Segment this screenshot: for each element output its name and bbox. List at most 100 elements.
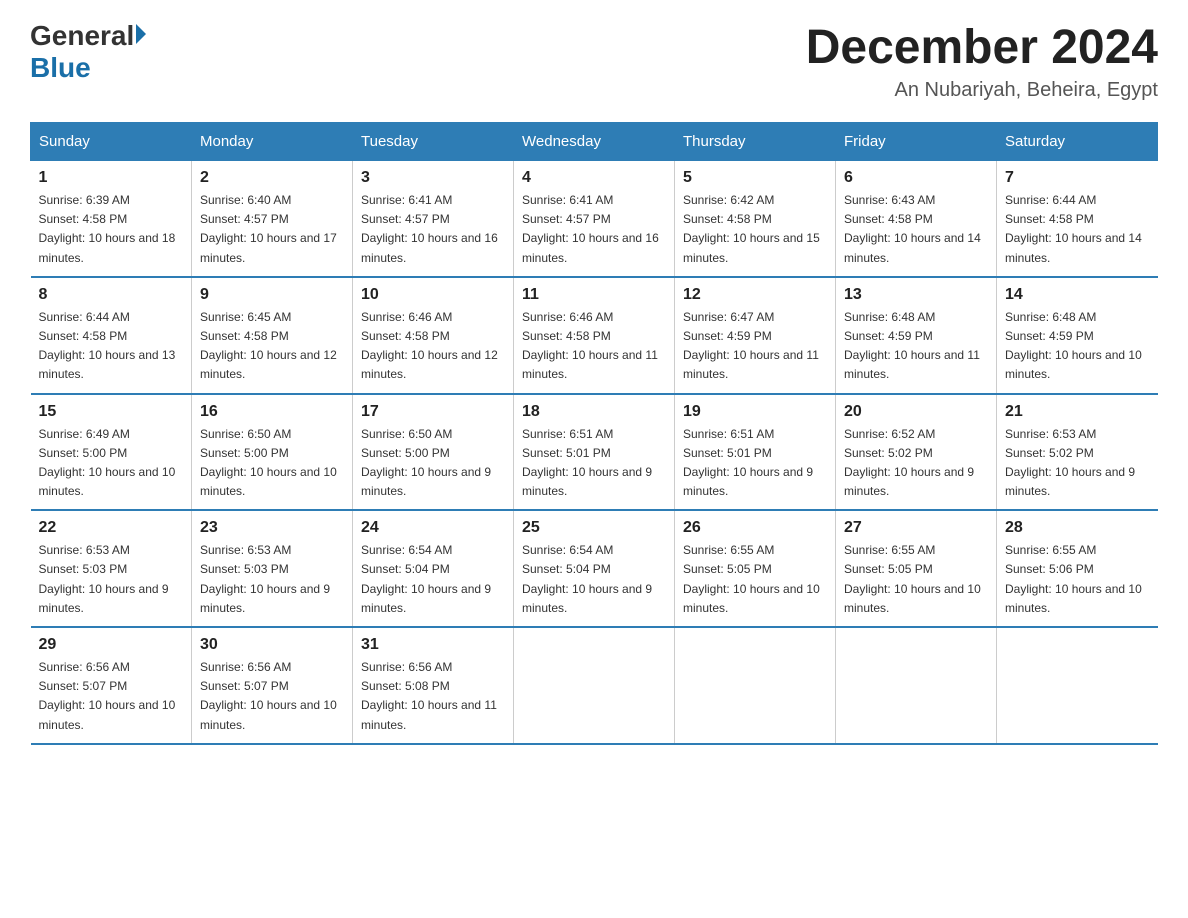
day-number: 31 (361, 636, 505, 654)
day-info: Sunrise: 6:52 AM Sunset: 5:02 PM Dayligh… (844, 425, 988, 502)
calendar-cell: 13 Sunrise: 6:48 AM Sunset: 4:59 PM Dayl… (836, 277, 997, 394)
day-number: 23 (200, 519, 344, 537)
day-number: 29 (39, 636, 184, 654)
day-number: 27 (844, 519, 988, 537)
calendar-cell: 23 Sunrise: 6:53 AM Sunset: 5:03 PM Dayl… (192, 510, 353, 627)
day-info: Sunrise: 6:41 AM Sunset: 4:57 PM Dayligh… (361, 191, 505, 268)
day-number: 25 (522, 519, 666, 537)
day-info: Sunrise: 6:41 AM Sunset: 4:57 PM Dayligh… (522, 191, 666, 268)
day-info: Sunrise: 6:56 AM Sunset: 5:08 PM Dayligh… (361, 658, 505, 735)
calendar-cell: 9 Sunrise: 6:45 AM Sunset: 4:58 PM Dayli… (192, 277, 353, 394)
day-info: Sunrise: 6:48 AM Sunset: 4:59 PM Dayligh… (844, 308, 988, 385)
day-number: 20 (844, 403, 988, 421)
day-number: 10 (361, 286, 505, 304)
day-info: Sunrise: 6:55 AM Sunset: 5:05 PM Dayligh… (844, 541, 988, 618)
calendar-cell: 15 Sunrise: 6:49 AM Sunset: 5:00 PM Dayl… (31, 394, 192, 511)
day-info: Sunrise: 6:44 AM Sunset: 4:58 PM Dayligh… (1005, 191, 1150, 268)
day-info: Sunrise: 6:53 AM Sunset: 5:03 PM Dayligh… (39, 541, 184, 618)
calendar-cell: 21 Sunrise: 6:53 AM Sunset: 5:02 PM Dayl… (997, 394, 1158, 511)
header-thursday: Thursday (675, 123, 836, 161)
calendar-cell: 3 Sunrise: 6:41 AM Sunset: 4:57 PM Dayli… (353, 161, 514, 277)
header-sunday: Sunday (31, 123, 192, 161)
day-info: Sunrise: 6:46 AM Sunset: 4:58 PM Dayligh… (522, 308, 666, 385)
header-monday: Monday (192, 123, 353, 161)
calendar-cell (514, 627, 675, 744)
day-info: Sunrise: 6:55 AM Sunset: 5:05 PM Dayligh… (683, 541, 827, 618)
header-wednesday: Wednesday (514, 123, 675, 161)
day-info: Sunrise: 6:56 AM Sunset: 5:07 PM Dayligh… (200, 658, 344, 735)
header-friday: Friday (836, 123, 997, 161)
day-info: Sunrise: 6:53 AM Sunset: 5:03 PM Dayligh… (200, 541, 344, 618)
day-number: 14 (1005, 286, 1150, 304)
calendar-cell: 14 Sunrise: 6:48 AM Sunset: 4:59 PM Dayl… (997, 277, 1158, 394)
calendar-cell: 24 Sunrise: 6:54 AM Sunset: 5:04 PM Dayl… (353, 510, 514, 627)
title-section: December 2024 An Nubariyah, Beheira, Egy… (806, 20, 1158, 102)
day-info: Sunrise: 6:51 AM Sunset: 5:01 PM Dayligh… (522, 425, 666, 502)
day-info: Sunrise: 6:50 AM Sunset: 5:00 PM Dayligh… (361, 425, 505, 502)
calendar-week-row: 1 Sunrise: 6:39 AM Sunset: 4:58 PM Dayli… (31, 161, 1158, 277)
calendar-cell: 17 Sunrise: 6:50 AM Sunset: 5:00 PM Dayl… (353, 394, 514, 511)
day-info: Sunrise: 6:49 AM Sunset: 5:00 PM Dayligh… (39, 425, 184, 502)
logo-blue-text: Blue (30, 52, 91, 84)
calendar-cell: 20 Sunrise: 6:52 AM Sunset: 5:02 PM Dayl… (836, 394, 997, 511)
calendar-cell: 6 Sunrise: 6:43 AM Sunset: 4:58 PM Dayli… (836, 161, 997, 277)
day-info: Sunrise: 6:39 AM Sunset: 4:58 PM Dayligh… (39, 191, 184, 268)
calendar-cell: 25 Sunrise: 6:54 AM Sunset: 5:04 PM Dayl… (514, 510, 675, 627)
calendar-table: SundayMondayTuesdayWednesdayThursdayFrid… (30, 122, 1158, 745)
day-info: Sunrise: 6:40 AM Sunset: 4:57 PM Dayligh… (200, 191, 344, 268)
calendar-cell: 18 Sunrise: 6:51 AM Sunset: 5:01 PM Dayl… (514, 394, 675, 511)
day-info: Sunrise: 6:55 AM Sunset: 5:06 PM Dayligh… (1005, 541, 1150, 618)
calendar-cell: 8 Sunrise: 6:44 AM Sunset: 4:58 PM Dayli… (31, 277, 192, 394)
calendar-cell: 10 Sunrise: 6:46 AM Sunset: 4:58 PM Dayl… (353, 277, 514, 394)
day-number: 28 (1005, 519, 1150, 537)
calendar-cell: 16 Sunrise: 6:50 AM Sunset: 5:00 PM Dayl… (192, 394, 353, 511)
calendar-cell (836, 627, 997, 744)
location-subtitle: An Nubariyah, Beheira, Egypt (806, 79, 1158, 102)
calendar-cell: 12 Sunrise: 6:47 AM Sunset: 4:59 PM Dayl… (675, 277, 836, 394)
day-info: Sunrise: 6:54 AM Sunset: 5:04 PM Dayligh… (361, 541, 505, 618)
day-number: 26 (683, 519, 827, 537)
day-number: 9 (200, 286, 344, 304)
day-number: 6 (844, 169, 988, 187)
calendar-cell: 27 Sunrise: 6:55 AM Sunset: 5:05 PM Dayl… (836, 510, 997, 627)
day-info: Sunrise: 6:56 AM Sunset: 5:07 PM Dayligh… (39, 658, 184, 735)
calendar-cell: 19 Sunrise: 6:51 AM Sunset: 5:01 PM Dayl… (675, 394, 836, 511)
day-number: 17 (361, 403, 505, 421)
calendar-cell: 31 Sunrise: 6:56 AM Sunset: 5:08 PM Dayl… (353, 627, 514, 744)
day-info: Sunrise: 6:42 AM Sunset: 4:58 PM Dayligh… (683, 191, 827, 268)
calendar-week-row: 29 Sunrise: 6:56 AM Sunset: 5:07 PM Dayl… (31, 627, 1158, 744)
calendar-week-row: 8 Sunrise: 6:44 AM Sunset: 4:58 PM Dayli… (31, 277, 1158, 394)
calendar-cell: 28 Sunrise: 6:55 AM Sunset: 5:06 PM Dayl… (997, 510, 1158, 627)
calendar-cell: 1 Sunrise: 6:39 AM Sunset: 4:58 PM Dayli… (31, 161, 192, 277)
calendar-cell: 29 Sunrise: 6:56 AM Sunset: 5:07 PM Dayl… (31, 627, 192, 744)
day-number: 13 (844, 286, 988, 304)
calendar-cell (675, 627, 836, 744)
day-number: 22 (39, 519, 184, 537)
day-info: Sunrise: 6:48 AM Sunset: 4:59 PM Dayligh… (1005, 308, 1150, 385)
calendar-cell: 5 Sunrise: 6:42 AM Sunset: 4:58 PM Dayli… (675, 161, 836, 277)
day-number: 3 (361, 169, 505, 187)
day-info: Sunrise: 6:46 AM Sunset: 4:58 PM Dayligh… (361, 308, 505, 385)
calendar-cell (997, 627, 1158, 744)
day-info: Sunrise: 6:53 AM Sunset: 5:02 PM Dayligh… (1005, 425, 1150, 502)
calendar-week-row: 22 Sunrise: 6:53 AM Sunset: 5:03 PM Dayl… (31, 510, 1158, 627)
logo-triangle-icon (136, 24, 146, 44)
day-info: Sunrise: 6:54 AM Sunset: 5:04 PM Dayligh… (522, 541, 666, 618)
day-info: Sunrise: 6:44 AM Sunset: 4:58 PM Dayligh… (39, 308, 184, 385)
day-info: Sunrise: 6:43 AM Sunset: 4:58 PM Dayligh… (844, 191, 988, 268)
logo: General Blue (30, 20, 146, 84)
day-number: 7 (1005, 169, 1150, 187)
page-header: General Blue December 2024 An Nubariyah,… (30, 20, 1158, 102)
calendar-cell: 11 Sunrise: 6:46 AM Sunset: 4:58 PM Dayl… (514, 277, 675, 394)
day-number: 21 (1005, 403, 1150, 421)
day-number: 11 (522, 286, 666, 304)
calendar-cell: 7 Sunrise: 6:44 AM Sunset: 4:58 PM Dayli… (997, 161, 1158, 277)
day-number: 15 (39, 403, 184, 421)
day-number: 4 (522, 169, 666, 187)
calendar-cell: 4 Sunrise: 6:41 AM Sunset: 4:57 PM Dayli… (514, 161, 675, 277)
day-number: 24 (361, 519, 505, 537)
header-saturday: Saturday (997, 123, 1158, 161)
calendar-cell: 26 Sunrise: 6:55 AM Sunset: 5:05 PM Dayl… (675, 510, 836, 627)
header-tuesday: Tuesday (353, 123, 514, 161)
day-info: Sunrise: 6:51 AM Sunset: 5:01 PM Dayligh… (683, 425, 827, 502)
